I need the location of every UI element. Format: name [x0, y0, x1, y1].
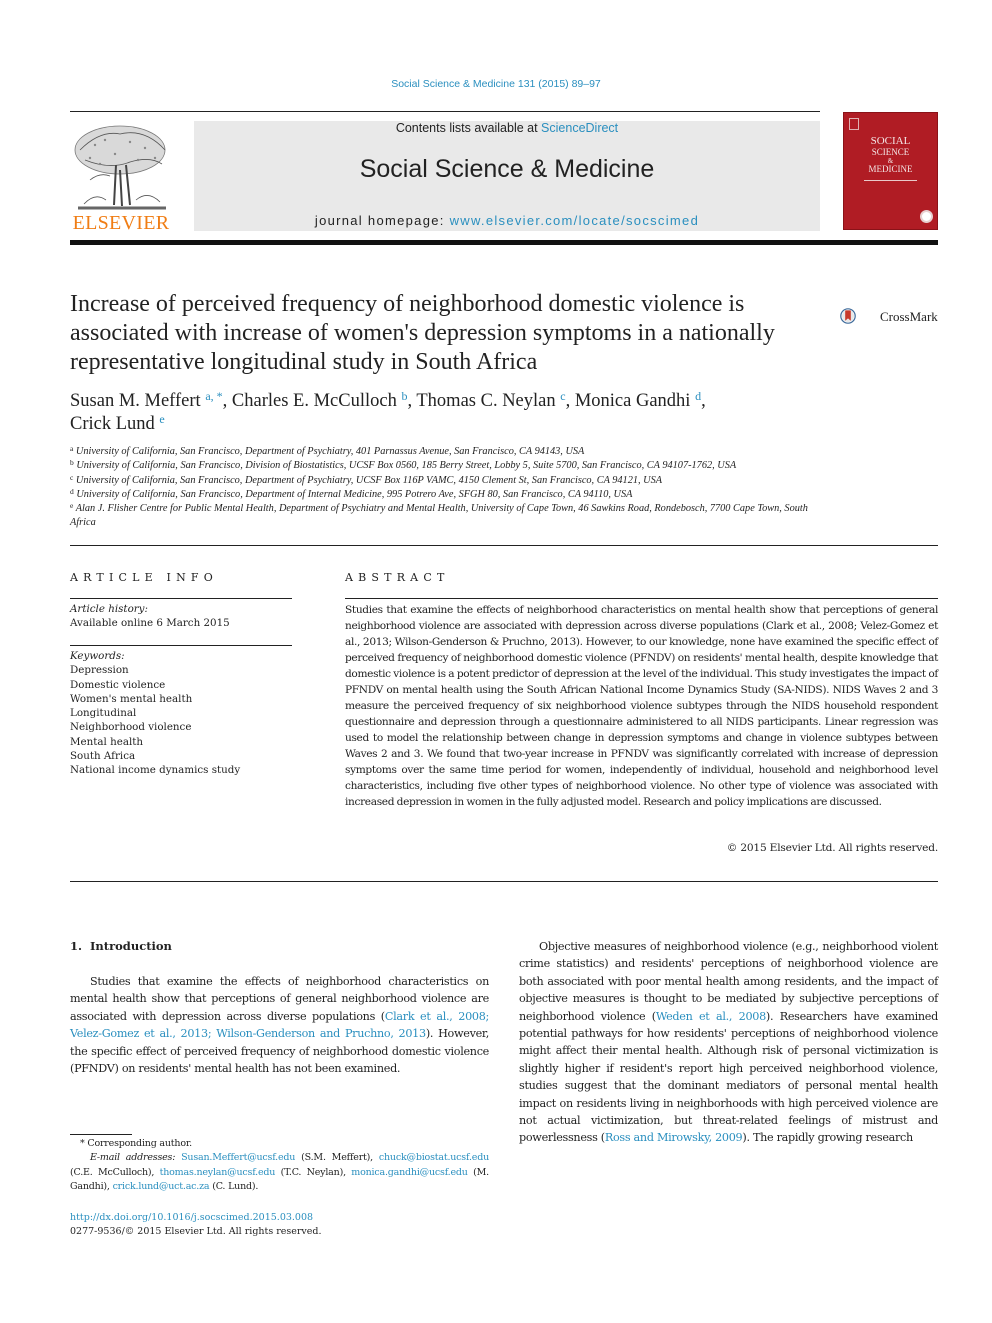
author[interactable]: Monica Gandhi d: [575, 390, 701, 411]
email-link[interactable]: chuck@biostat.ucsf.edu: [379, 1152, 489, 1163]
email-link[interactable]: crick.lund@uct.ac.za: [113, 1181, 210, 1192]
affiliation-text: University of California, San Francisco,…: [76, 488, 633, 500]
keywords-list: Keywords: Depression Domestic violence W…: [70, 649, 292, 778]
keywords-label: Keywords:: [70, 650, 125, 662]
author-separator: ,: [222, 391, 232, 411]
affiliation: a University of California, San Francisc…: [70, 445, 830, 459]
affiliation: e Alan J. Flisher Centre for Public Ment…: [70, 502, 830, 531]
article-history-label: Article history:: [70, 603, 148, 615]
body-paragraph: Studies that examine the effects of neig…: [70, 973, 489, 1077]
abstract-rule: [345, 598, 938, 599]
email-owner: (S.M. Meffert),: [295, 1152, 379, 1164]
keyword: Domestic violence: [70, 678, 166, 691]
paragraph-text: ). The rapidly growing research: [742, 1131, 913, 1145]
article-info-heading: ARTICLE INFO: [70, 571, 218, 584]
author[interactable]: Susan M. Meffert a, *: [70, 389, 223, 411]
author[interactable]: Charles E. McCulloch b: [232, 390, 408, 411]
cover-seal-icon: [920, 210, 933, 223]
article-history: Article history: Available online 6 Marc…: [70, 602, 292, 631]
keyword: South Africa: [70, 750, 136, 763]
article-title: Increase of perceived frequency of neigh…: [70, 291, 775, 375]
crossmark-label[interactable]: CrossMark: [880, 309, 938, 325]
abstract-heading: ABSTRACT: [345, 571, 450, 584]
paragraph-text: ). Researchers have examined potential p…: [519, 1009, 938, 1145]
body-paragraph: Objective measures of neighborhood viole…: [519, 938, 938, 1147]
section-heading-introduction: 1. Introduction: [70, 939, 172, 953]
homepage-line: journal homepage: www.elsevier.com/locat…: [194, 213, 820, 228]
cover-line-4: MEDICINE: [868, 164, 913, 174]
sciencedirect-link[interactable]: ScienceDirect: [541, 121, 618, 135]
issn-copyright: 0277-9536/© 2015 Elsevier Ltd. All right…: [70, 1226, 322, 1237]
email-addresses: E-mail addresses: Susan.Meffert@ucsf.edu…: [70, 1151, 489, 1194]
abstract-text: Studies that examine the effects of neig…: [345, 604, 938, 808]
footnote-rule: [70, 1134, 132, 1135]
citation-link[interactable]: Weden et al., 2008: [656, 1010, 766, 1023]
affiliation-key: b: [70, 458, 74, 468]
contents-line: Contents lists available at ScienceDirec…: [194, 121, 820, 135]
email-owner: (C. Lund).: [209, 1181, 259, 1193]
keyword: Longitudinal: [70, 707, 137, 720]
author[interactable]: Thomas C. Neylan c: [416, 390, 565, 411]
cover-publisher-icon: [849, 118, 859, 130]
affiliation: d University of California, San Francisc…: [70, 488, 830, 502]
affiliation-text: Alan J. Flisher Centre for Public Mental…: [70, 503, 808, 529]
elsevier-wordmark: ELSEVIER: [72, 212, 170, 234]
author-name[interactable]: Monica Gandhi: [575, 391, 691, 411]
email-label: E-mail addresses:: [90, 1152, 176, 1164]
journal-citation-link[interactable]: Social Science & Medicine 131 (2015) 89–…: [0, 78, 992, 90]
cover-line-2: SCIENCE: [871, 147, 910, 157]
affiliation-key: a: [70, 444, 74, 453]
crossmark-icon[interactable]: [840, 296, 880, 336]
author-affiliation-marker[interactable]: e: [159, 412, 164, 426]
affiliation-key: d: [70, 486, 74, 496]
affiliation-list: a University of California, San Francisc…: [70, 445, 830, 531]
email-link[interactable]: thomas.neylan@ucsf.edu: [160, 1167, 276, 1178]
top-rule: [70, 111, 820, 112]
cover-subtitle-rule: [864, 180, 917, 181]
abstract-copyright: © 2015 Elsevier Ltd. All rights reserved…: [726, 842, 938, 854]
keyword: Women's mental health: [70, 692, 193, 705]
author-name[interactable]: Susan M. Meffert: [70, 391, 201, 411]
email-owner: (C.E. McCulloch),: [70, 1166, 160, 1178]
journal-homepage-link[interactable]: www.elsevier.com/locate/socscimed: [450, 213, 700, 228]
affiliation-key: c: [70, 472, 74, 482]
keywords-rule: [70, 645, 292, 646]
corresponding-author-note: * Corresponding author.: [80, 1138, 192, 1149]
author-name[interactable]: Crick Lund: [70, 414, 155, 434]
citation-link[interactable]: Ross and Mirowsky, 2009: [605, 1131, 743, 1144]
keyword: Depression: [70, 664, 129, 677]
footnotes: * Corresponding author. E-mail addresses…: [70, 1137, 489, 1195]
doi-link[interactable]: http://dx.doi.org/10.1016/j.socscimed.20…: [70, 1211, 313, 1225]
author-separator: ,: [701, 391, 706, 411]
email-owner: (T.C. Neylan),: [275, 1166, 352, 1178]
affiliation-text: University of California, San Francisco,…: [76, 460, 737, 472]
contents-prefix: Contents lists available at: [395, 121, 542, 135]
journal-cover-thumbnail[interactable]: SOCIAL SCIENCE & MEDICINE: [843, 112, 938, 230]
affiliation-text: University of California, San Francisco,…: [75, 446, 585, 457]
author[interactable]: Crick Lund e: [70, 412, 165, 434]
homepage-prefix: journal homepage:: [314, 213, 450, 228]
author-separator: ,: [565, 391, 575, 411]
author-list: Susan M. Meffert a, *, Charles E. McCull…: [70, 390, 830, 436]
affiliation-text: University of California, San Francisco,…: [75, 474, 663, 486]
affiliation: b University of California, San Francisc…: [70, 459, 830, 473]
keyword: Neighborhood violence: [70, 721, 192, 734]
affiliation-key: e: [70, 501, 74, 511]
journal-title: Social Science & Medicine: [359, 155, 655, 183]
masthead-thick-rule: [70, 240, 938, 245]
section-rule: [70, 545, 938, 546]
email-link[interactable]: monica.gandhi@ucsf.edu: [351, 1167, 468, 1178]
email-link[interactable]: Susan.Meffert@ucsf.edu: [181, 1152, 295, 1163]
author-affiliation-marker[interactable]: a, *: [205, 389, 222, 403]
cover-line-1: SOCIAL: [870, 135, 911, 147]
keyword: National income dynamics study: [70, 764, 241, 777]
keyword: Mental health: [70, 735, 144, 748]
article-info-rule: [70, 598, 292, 599]
author-name[interactable]: Charles E. McCulloch: [232, 391, 397, 411]
affiliation: c University of California, San Francisc…: [70, 472, 830, 488]
section-rule: [70, 881, 938, 882]
article-history-value: Available online 6 March 2015: [70, 617, 230, 630]
author-name[interactable]: Thomas C. Neylan: [416, 391, 555, 411]
